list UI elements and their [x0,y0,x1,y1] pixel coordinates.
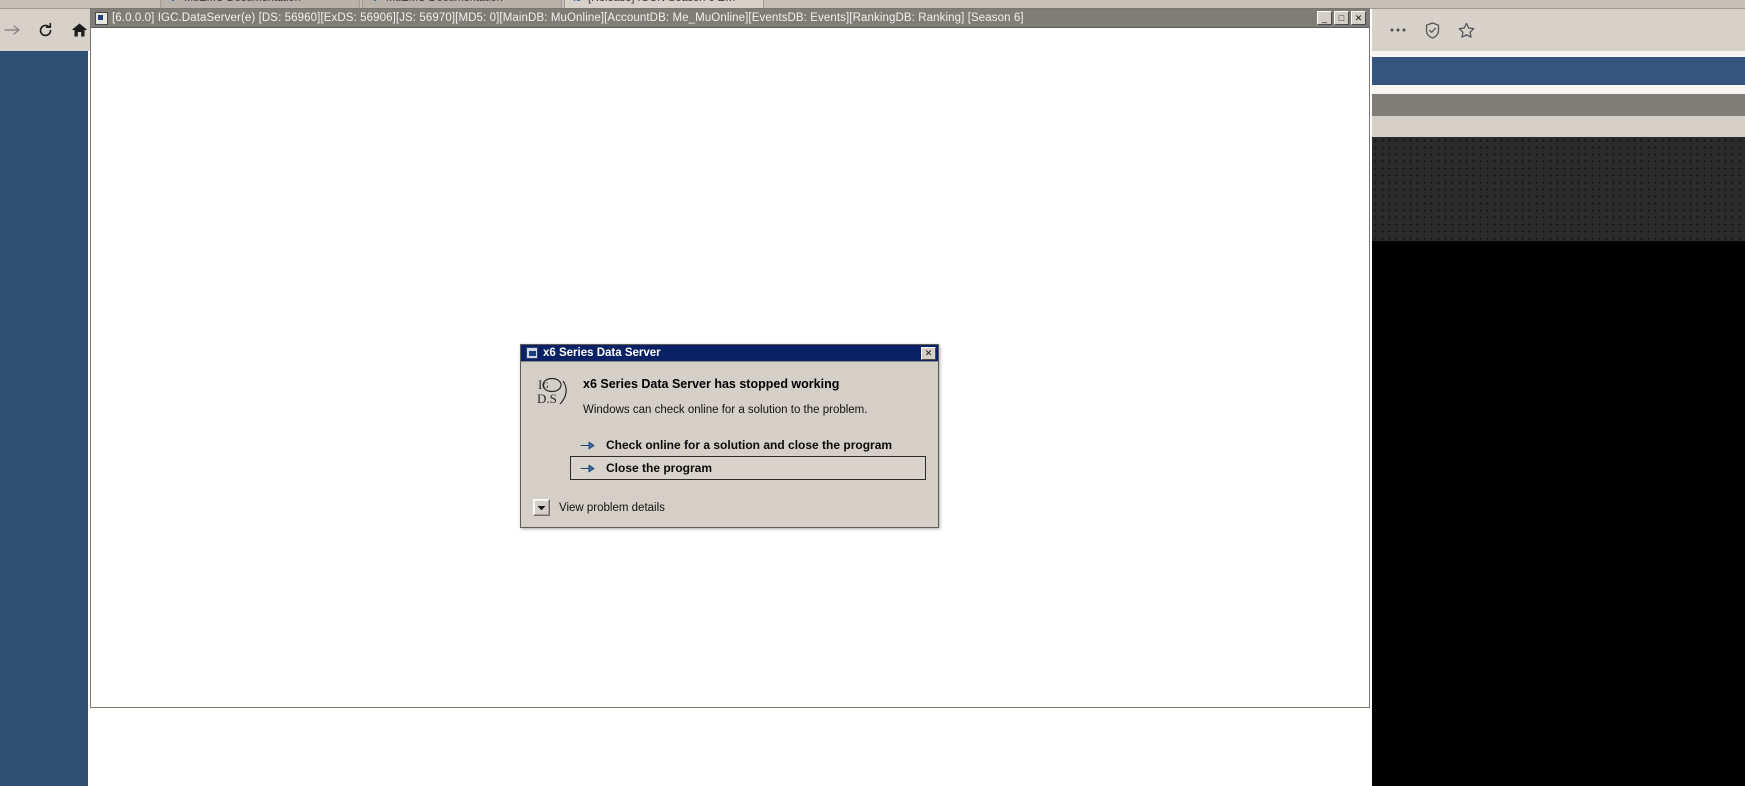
tab-close-icon[interactable]: ✕ [343,0,353,4]
tab-close-icon[interactable]: ✕ [747,0,757,4]
crash-heading: x6 Series Data Server has stopped workin… [583,377,840,391]
arrow-right-icon [580,462,595,475]
data-server-icon [95,11,108,25]
browser-tab[interactable]: v MuEMU Documentation ✕ [362,0,562,8]
arrow-right-icon [580,439,595,452]
crash-dialog-body: I G D.S x6 Series Data Server has stoppe… [521,362,938,527]
shield-icon[interactable] [1422,20,1442,40]
view-problem-details-label: View problem details [559,501,665,514]
forward-icon[interactable] [2,19,23,41]
window-controls: _ □ ✕ [1317,11,1369,25]
tab-close-icon[interactable]: ✕ [545,0,555,4]
option-close-program[interactable]: Close the program [570,456,926,480]
data-server-titlebar[interactable]: [6.0.0.0] IGC.DataServer(e) [DS: 56960][… [91,9,1369,28]
strip-segment-black [1372,241,1745,786]
crash-dialog-titlebar[interactable]: x6 Series Data Server ✕ [521,345,938,362]
browser-tab-active[interactable]: fc [Release] IGCN Season 6 Ep 3 Full ✕ [564,0,764,8]
reload-icon[interactable] [35,19,56,41]
svg-text:I: I [538,377,542,392]
strip-segment-blue [1372,57,1745,85]
home-icon[interactable] [69,19,90,41]
maximize-button[interactable]: □ [1334,11,1349,25]
view-problem-details-row[interactable]: View problem details [533,499,665,516]
option-check-online[interactable]: Check online for a solution and close th… [571,434,926,456]
strip-segment-textured [1372,137,1745,241]
browser-tab[interactable]: v MuEMU Documentation ✕ [160,0,360,8]
data-server-title: [6.0.0.0] IGC.DataServer(e) [DS: 56960][… [112,12,1024,24]
strip-segment-white [1372,85,1745,94]
more-menu-icon[interactable] [1388,20,1408,40]
chevron-down-icon[interactable] [533,499,550,516]
crash-dialog-close-button[interactable]: ✕ [921,346,936,360]
crash-header: I G D.S x6 Series Data Server has stoppe… [533,373,926,416]
crash-options: Check online for a solution and close th… [533,434,926,480]
option-label: Close the program [606,461,713,475]
data-server-logo-icon: I G D.S [537,375,571,409]
tab-favicon-icon: v [369,0,381,4]
tab-label: MuEMU Documentation [386,0,540,4]
bookmark-star-icon[interactable] [1456,20,1476,40]
close-button[interactable]: ✕ [1351,11,1366,25]
crash-message-block: x6 Series Data Server has stopped workin… [583,373,926,416]
tab-label: MuEMU Documentation [184,0,338,4]
tab-label: [Release] IGCN Season 6 Ep 3 Full [588,0,742,4]
browser-navigation-bar [0,9,90,51]
browser-toolbar-right [1372,9,1745,51]
crash-subtext: Windows can check online for a solution … [583,404,868,416]
strip-segment-gray [1372,94,1745,116]
minimize-button[interactable]: _ [1317,11,1332,25]
strip-segment-light [1372,116,1745,137]
crash-dialog: x6 Series Data Server ✕ I G D.S x6 Serie… [520,344,939,528]
svg-text:G: G [543,381,549,390]
tab-favicon-icon: fc [571,0,583,4]
app-crash-icon [526,347,538,359]
option-label: Check online for a solution and close th… [606,438,893,452]
screen-root: v MuEMU Documentation ✕ v MuEMU Document… [0,0,1745,786]
page-left-sidebar [0,51,88,786]
svg-text:D.S: D.S [537,391,557,406]
crash-dialog-title: x6 Series Data Server [543,347,661,359]
tab-favicon-icon: v [167,0,179,4]
right-page-strip [1372,51,1745,786]
